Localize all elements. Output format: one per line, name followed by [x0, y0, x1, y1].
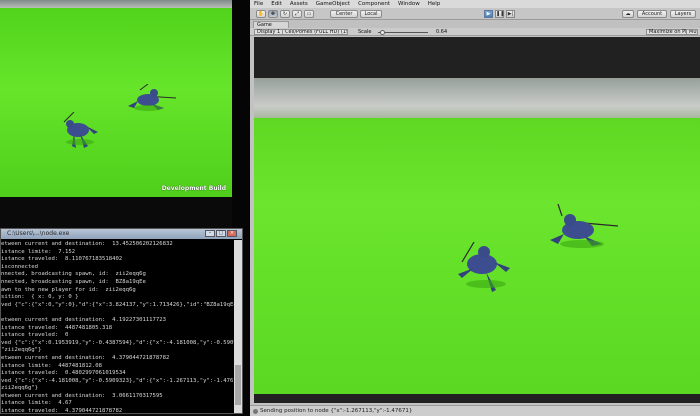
console-line: istance limite: 7.152 [1, 248, 76, 255]
fighter-character [450, 238, 516, 298]
menu-item-help[interactable]: Help [428, 1, 441, 7]
scale-slider-handle[interactable] [380, 30, 385, 35]
scrollbar-thumb[interactable] [235, 365, 241, 405]
console-window[interactable]: C:\Users\...\node.exe – □ × etween curre… [0, 228, 243, 414]
fighter-character [54, 112, 102, 152]
console-scrollbar[interactable] [234, 240, 242, 413]
menu-item-gameobject[interactable]: GameObject [316, 1, 350, 7]
game-viewport[interactable] [254, 37, 700, 403]
scale-value: 0.64 [436, 29, 448, 35]
menu-bar: File Edit Assets GameObject Component Window H… [250, 0, 700, 8]
sky-strip [254, 78, 700, 118]
status-message: Sending position to node {"x":-1.267113,… [260, 408, 413, 414]
step-button[interactable]: ▶| [506, 10, 515, 18]
pause-button[interactable]: ❚❚ [495, 10, 504, 18]
console-line: istance limite: 4487481812.08 [1, 362, 103, 369]
console-line: istance traveled: 4487481805.318 [1, 324, 113, 331]
console-line: istance traveled: 0.4802997061019534 [1, 370, 126, 377]
display-dropdown[interactable]: Display 1 [254, 29, 284, 35]
console-line: istance limite: 4.67 [1, 400, 72, 407]
console-line: etween current and destination: 13.45250… [1, 241, 173, 247]
tab-row: Game [250, 21, 700, 28]
hand-tool-button[interactable]: ✋ [256, 10, 266, 18]
console-line: zii2eqq6g"} [1, 385, 39, 392]
menu-item-component[interactable]: Component [358, 1, 390, 7]
console-line: etween current and destination: 3.066117… [1, 392, 163, 399]
status-bar: Sending position to node {"x":-1.267113,… [250, 405, 700, 416]
sky-strip [0, 0, 232, 8]
tab-game[interactable]: Game [253, 21, 289, 28]
console-line: ved {"c":{"x":0,"y":0},"d":{"x":3.824137… [1, 301, 234, 308]
console-line: ved {"c":{"x":-4.181008,"y":-0.5909323},… [1, 377, 234, 384]
console-line: awn to the new player for id: zii2eqq6g [1, 286, 136, 293]
console-title: C:\Users\...\node.exe [7, 230, 70, 237]
console-line: isconnected [1, 263, 39, 270]
fighter-character [124, 84, 182, 116]
cloud-icon[interactable]: ☁ [622, 10, 634, 18]
console-titlebar[interactable]: C:\Users\...\node.exe – □ × [1, 229, 242, 239]
development-build-label: Development Build [161, 185, 226, 192]
space-local-toggle[interactable]: Local [360, 10, 382, 18]
console-line: nnected, broadcasting spawn, id: BZ8a19q… [1, 278, 146, 285]
game-scene [254, 78, 700, 394]
console-output: etween current and destination: 13.45250… [1, 240, 234, 413]
console-line: ved {"c":{"x":0.1953919,"y":-0.4387594},… [1, 339, 234, 346]
rotate-tool-button[interactable]: ↻ [280, 10, 290, 18]
minimize-button[interactable]: – [205, 230, 215, 237]
mute-toggle[interactable]: Mute [686, 29, 698, 35]
scale-label: Scale [358, 29, 372, 35]
menu-item-edit[interactable]: Edit [271, 1, 282, 7]
game-view-options: Display 1 Cell/Pomes (FULL HD) (192 Scal… [250, 28, 700, 36]
menu-item-assets[interactable]: Assets [290, 1, 308, 7]
maximize-button[interactable]: □ [216, 230, 226, 237]
console-line: etween current and destination: 4.379044… [1, 354, 170, 361]
unity-editor: File Edit Assets GameObject Component Window H… [250, 0, 700, 416]
editor-toolbar: ✋ ✥ ↻ ⤢ ▭ Center Local ▶ ❚❚ ▶| ☁ Account… [250, 8, 700, 20]
play-button[interactable]: ▶ [484, 10, 493, 18]
account-dropdown[interactable]: Account [637, 10, 667, 18]
console-line: istance traveled: 8.110767183518402 [1, 256, 123, 263]
game-build-window[interactable]: Development Build [0, 0, 232, 197]
console-line: sition: { x: 0, y: 0 } [1, 294, 79, 301]
resolution-dropdown[interactable]: Cell/Pomes (FULL HD) (192 [282, 29, 348, 35]
fighter-character [544, 204, 622, 252]
close-button[interactable]: × [227, 230, 237, 237]
pivot-center-toggle[interactable]: Center [330, 10, 358, 18]
console-line: etween current and destination: 4.192273… [1, 316, 167, 323]
menu-item-window[interactable]: Window [398, 1, 420, 7]
menu-item-file[interactable]: File [254, 1, 263, 7]
rect-tool-button[interactable]: ▭ [304, 10, 314, 18]
console-line: istance traveled: 4.379044721878782 [1, 408, 123, 413]
scale-tool-button[interactable]: ⤢ [292, 10, 302, 18]
info-icon [253, 409, 258, 414]
console-line: "zii2eqq6g"} [1, 347, 42, 354]
layers-dropdown[interactable]: Layers [670, 10, 696, 18]
console-line: istance traveled: 0 [1, 332, 69, 339]
scale-slider-track[interactable] [378, 32, 428, 33]
move-tool-button[interactable]: ✥ [268, 10, 278, 18]
console-line: nnected, broadcasting spawn, id: zii2eqq… [1, 271, 146, 278]
